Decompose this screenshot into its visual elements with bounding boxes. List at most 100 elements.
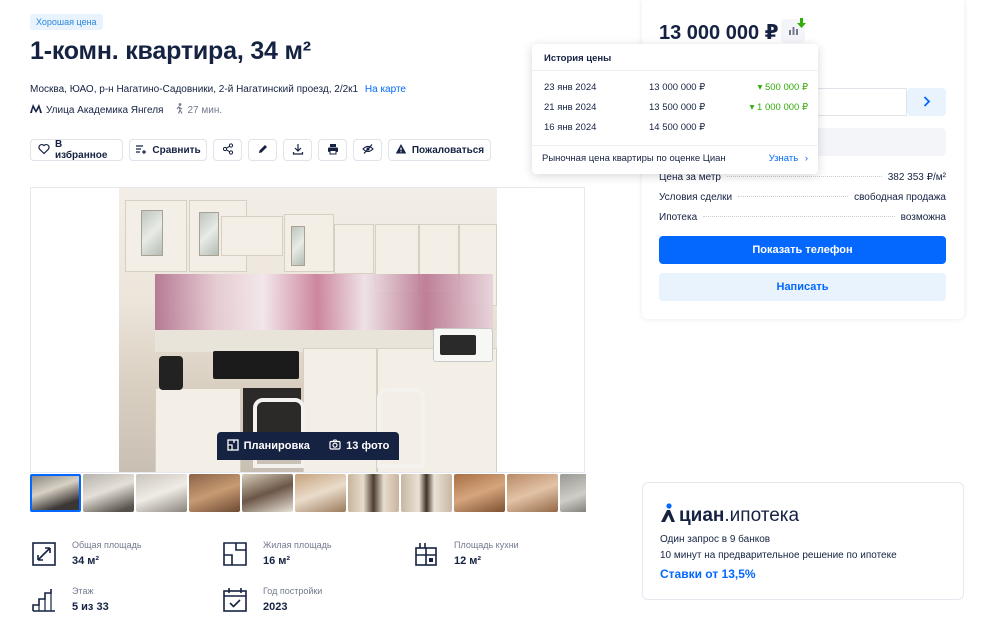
thumbnail[interactable]	[348, 474, 399, 512]
photo-cabinet-glass	[291, 226, 305, 266]
photos-label: 13 фото	[346, 440, 390, 452]
pencil-icon	[257, 143, 269, 158]
thumbnail[interactable]	[189, 474, 240, 512]
photo-gallery[interactable]	[30, 187, 585, 473]
chevron-right-icon: ›	[804, 153, 808, 164]
photo-cabinet-glass	[141, 210, 163, 256]
logo-bold: циан	[679, 505, 725, 526]
feature-build-year: Год постройки 2023	[221, 586, 322, 614]
print-button[interactable]	[318, 139, 347, 161]
main-photo[interactable]	[119, 188, 497, 472]
write-button[interactable]: Написать	[659, 273, 946, 301]
mortgage-line-1: Один запрос в 9 банков	[660, 534, 771, 545]
market-price-text: Рыночная цена квартиры по оценке Циан	[542, 153, 726, 164]
mortgage-rates-link[interactable]: Ставки от 13,5%	[660, 567, 756, 581]
page-title: 1-комн. квартира, 34 м²	[30, 37, 311, 65]
detail-dots	[727, 176, 882, 177]
download-button[interactable]	[283, 139, 312, 161]
feature-value: 34 м²	[72, 555, 100, 567]
build-year-icon	[221, 586, 249, 614]
feature-label: Общая площадь	[72, 540, 142, 550]
detail-value: свободная продажа	[850, 192, 946, 203]
history-date: 16 янв 2024	[544, 122, 597, 133]
address: Москва, ЮАО, р-н Нагатино-Садовники, 2-й…	[30, 84, 406, 95]
photo-cabinet	[221, 216, 283, 256]
photo-kettle	[159, 356, 183, 390]
metro-station[interactable]: Улица Академика Янгеля	[46, 105, 163, 116]
thumbnail[interactable]	[30, 474, 81, 512]
photo-microwave	[433, 328, 493, 362]
history-price: 13 000 000 ₽	[649, 82, 706, 93]
feature-value: 16 м²	[263, 555, 291, 567]
photo-controls: Планировка 13 фото	[217, 432, 399, 460]
feature-kitchen-area: Площадь кухни 12 м²	[412, 540, 519, 568]
hide-button[interactable]	[353, 139, 382, 161]
floor-icon	[30, 586, 58, 614]
thumbnail[interactable]	[242, 474, 293, 512]
download-icon	[292, 143, 304, 158]
mortgage-card[interactable]: циан .ипотека Один запрос в 9 банков 10 м…	[642, 482, 964, 600]
detail-dots	[703, 216, 895, 217]
favorite-label: В избранное	[55, 139, 108, 161]
metro-info: Улица Академика Янгеля 27 мин.	[30, 103, 222, 117]
detail-key: Ипотека	[659, 212, 702, 223]
thumbnail[interactable]	[507, 474, 558, 512]
divider	[532, 145, 818, 146]
total-area-icon	[30, 540, 58, 568]
thumbnail[interactable]	[454, 474, 505, 512]
chevron-right-icon	[923, 94, 931, 110]
history-change: ▾ 1 000 000 ₽	[749, 102, 808, 113]
favorite-button[interactable]: В избранное	[30, 139, 123, 161]
thumbnail[interactable]	[136, 474, 187, 512]
thumbnail[interactable]	[295, 474, 346, 512]
cian-logo-icon	[660, 503, 676, 529]
report-button[interactable]: Пожаловаться	[388, 139, 491, 161]
mortgage-line-2: 10 минут на предварительное решение по и…	[660, 550, 897, 561]
compare-label: Сравнить	[152, 144, 201, 156]
thumbnail[interactable]	[560, 474, 586, 512]
photo-backsplash	[155, 274, 493, 330]
history-change: ▾ 500 000 ₽	[757, 82, 808, 93]
photo-lower-cabinet	[155, 388, 241, 472]
thumbnail-strip	[30, 473, 586, 513]
share-button[interactable]	[213, 139, 242, 161]
share-icon	[222, 142, 234, 158]
market-price-link[interactable]: Узнать ›	[769, 153, 808, 164]
living-area-icon	[221, 540, 249, 568]
good-price-badge: Хорошая цена	[30, 14, 103, 30]
history-price: 13 500 000 ₽	[649, 102, 706, 113]
eye-off-icon	[361, 143, 374, 158]
market-price-link-label: Узнать	[768, 153, 799, 164]
thumbnail[interactable]	[401, 474, 452, 512]
show-phone-button[interactable]: Показать телефон	[659, 236, 946, 264]
logo-rest: .ипотека	[724, 505, 800, 526]
price-history-title: История цены	[544, 53, 612, 64]
report-label: Пожаловаться	[411, 144, 485, 156]
feature-label: Жилая площадь	[263, 540, 332, 550]
feature-value: 5 из 33	[72, 601, 109, 613]
warning-icon	[395, 143, 407, 158]
layout-label: Планировка	[243, 440, 310, 452]
price-history-popup: История цены 23 янв 2024 13 000 000 ₽ ▾ …	[532, 44, 818, 174]
compare-button[interactable]: Сравнить	[129, 139, 207, 161]
detail-value: 382 353 ₽/м²	[883, 172, 946, 183]
camera-icon	[329, 439, 341, 453]
feature-value: 2023	[263, 601, 288, 613]
price: 13 000 000 ₽	[659, 22, 779, 44]
feature-label: Этаж	[72, 586, 94, 596]
detail-dots	[738, 196, 849, 197]
address-text: Москва, ЮАО, р-н Нагатино-Садовники, 2-й…	[30, 84, 359, 95]
photos-button[interactable]: 13 фото	[329, 439, 389, 453]
layout-button[interactable]: Планировка	[226, 438, 310, 454]
edit-button[interactable]	[248, 139, 277, 161]
on-map-link[interactable]: На карте	[365, 84, 406, 95]
thumbnail[interactable]	[83, 474, 134, 512]
walk-time: 27 мин.	[175, 103, 222, 117]
feature-total-area: Общая площадь 34 м²	[30, 540, 142, 568]
send-button[interactable]	[907, 88, 946, 116]
floorplan-icon	[226, 438, 239, 454]
metro-icon	[30, 104, 42, 116]
kitchen-area-icon	[412, 540, 440, 568]
walk-time-value: 27 мин.	[187, 104, 223, 116]
history-date: 23 янв 2024	[544, 82, 597, 93]
